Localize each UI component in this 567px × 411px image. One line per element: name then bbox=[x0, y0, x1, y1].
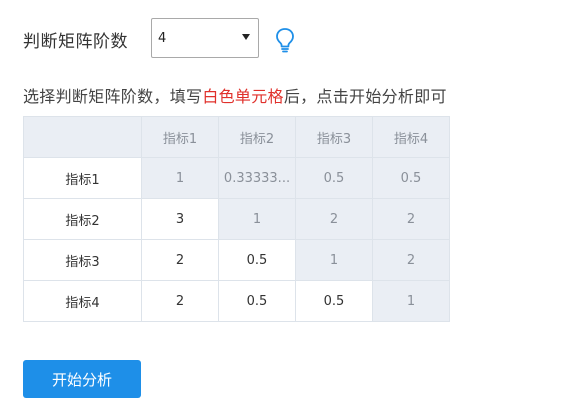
row-header: 指标3 bbox=[23, 239, 142, 281]
lightbulb-icon[interactable] bbox=[274, 27, 296, 53]
cell-value: 2 bbox=[406, 211, 416, 227]
computed-cell: 2 bbox=[295, 198, 373, 240]
cell-value: 0.5 bbox=[323, 293, 345, 309]
row-header: 指标2 bbox=[23, 198, 142, 240]
instruction-suffix: 后，点击开始分析即可 bbox=[283, 87, 447, 106]
computed-cell: 0.5 bbox=[295, 157, 373, 199]
judgment-matrix-table: 指标1 指标2 指标3 指标4 指标1 1 0.33333... 0.5 0.5… bbox=[23, 116, 450, 322]
matrix-row: 指标1 1 0.33333... 0.5 0.5 bbox=[23, 157, 450, 199]
input-cell[interactable]: 3 bbox=[141, 198, 219, 240]
order-label: 判断矩阵阶数 bbox=[23, 31, 128, 52]
order-select[interactable]: 4 bbox=[151, 18, 259, 58]
matrix-header-row: 指标1 指标2 指标3 指标4 bbox=[23, 116, 450, 158]
input-cell[interactable]: 0.5 bbox=[218, 280, 296, 322]
cell-value: 0.33333... bbox=[223, 170, 291, 186]
instruction-text: 选择判断矩阵阶数，填写白色单元格后，点击开始分析即可 bbox=[23, 83, 447, 107]
cell-value: 1 bbox=[329, 252, 339, 268]
cell-value: 1 bbox=[175, 170, 185, 186]
cell-value: 2 bbox=[175, 252, 185, 268]
computed-cell: 2 bbox=[372, 239, 450, 281]
input-cell[interactable]: 2 bbox=[141, 239, 219, 281]
page: 判断矩阵阶数 4 选择判断矩阵阶数，填写白色单元格后，点击开始分析即可 指标1 … bbox=[0, 0, 567, 411]
input-cell[interactable]: 0.5 bbox=[295, 280, 373, 322]
computed-cell: 0.5 bbox=[372, 157, 450, 199]
cell-value: 0.5 bbox=[246, 252, 268, 268]
start-analysis-button[interactable]: 开始分析 bbox=[23, 360, 141, 398]
chevron-down-icon[interactable] bbox=[242, 34, 250, 40]
order-row: 判断矩阵阶数 4 bbox=[23, 18, 294, 60]
diagonal-cell: 1 bbox=[372, 280, 450, 322]
column-header: 指标4 bbox=[372, 116, 450, 158]
cell-value: 2 bbox=[406, 252, 416, 268]
input-cell[interactable]: 2 bbox=[141, 280, 219, 322]
column-header: 指标3 bbox=[295, 116, 373, 158]
matrix-row: 指标2 3 1 2 2 bbox=[23, 198, 450, 240]
instruction-highlight: 白色单元格 bbox=[202, 87, 284, 106]
matrix-corner-header bbox=[23, 116, 142, 158]
column-header: 指标1 bbox=[141, 116, 219, 158]
cell-value: 2 bbox=[175, 293, 185, 309]
instruction-prefix: 选择判断矩阵阶数，填写 bbox=[23, 87, 203, 106]
cell-value: 0.5 bbox=[246, 293, 268, 309]
matrix-row: 指标4 2 0.5 0.5 1 bbox=[23, 280, 450, 322]
computed-cell: 0.33333... bbox=[218, 157, 296, 199]
matrix-row: 指标3 2 0.5 1 2 bbox=[23, 239, 450, 281]
cell-value: 3 bbox=[175, 211, 185, 227]
diagonal-cell: 1 bbox=[218, 198, 296, 240]
cell-value: 0.5 bbox=[323, 170, 345, 186]
row-header: 指标1 bbox=[23, 157, 142, 199]
cell-value: 0.5 bbox=[400, 170, 422, 186]
column-header: 指标2 bbox=[218, 116, 296, 158]
row-header: 指标4 bbox=[23, 280, 142, 322]
diagonal-cell: 1 bbox=[141, 157, 219, 199]
computed-cell: 2 bbox=[372, 198, 450, 240]
cell-value: 2 bbox=[329, 211, 339, 227]
order-select-value: 4 bbox=[158, 30, 167, 46]
diagonal-cell: 1 bbox=[295, 239, 373, 281]
cell-value: 1 bbox=[406, 293, 416, 309]
cell-value: 1 bbox=[252, 211, 262, 227]
input-cell[interactable]: 0.5 bbox=[218, 239, 296, 281]
